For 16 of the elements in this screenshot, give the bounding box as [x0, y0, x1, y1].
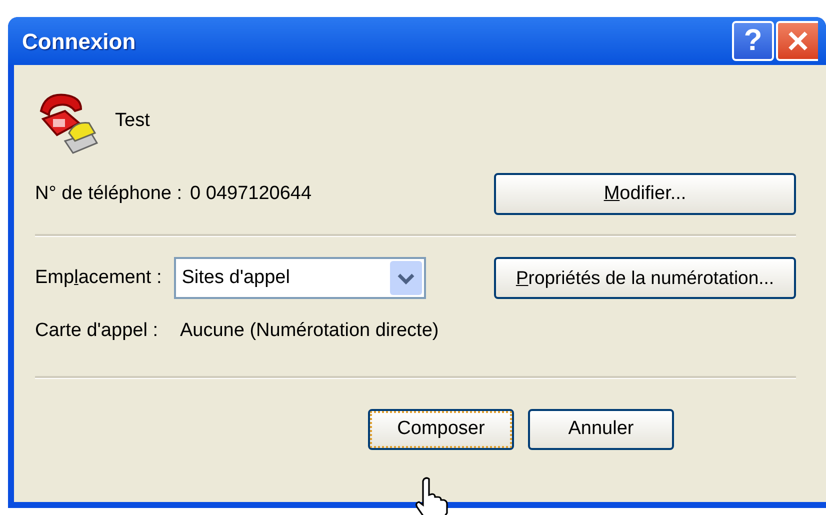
- calling-card-label: Carte d'appel :: [35, 319, 158, 343]
- location-label: Emplacement :: [35, 266, 162, 290]
- location-dropdown[interactable]: Sites d'appel: [174, 257, 426, 299]
- dialing-properties-button[interactable]: Propriétés de la numérotation...: [494, 257, 796, 299]
- connection-name: Test: [115, 109, 150, 134]
- close-icon: [786, 29, 810, 53]
- modify-button[interactable]: Modifier...: [494, 173, 796, 215]
- phone-number: 0 0497120644: [190, 182, 312, 206]
- hand-cursor-icon: [414, 477, 448, 515]
- help-button[interactable]: ?: [732, 21, 774, 61]
- dial-button[interactable]: Composer: [368, 408, 514, 450]
- phone-label: N° de téléphone :: [35, 182, 182, 206]
- cancel-button[interactable]: Annuler: [528, 408, 674, 450]
- window-title: Connexion: [22, 28, 136, 56]
- close-button[interactable]: [776, 21, 818, 61]
- calling-card-value: Aucune (Numérotation directe): [180, 319, 439, 343]
